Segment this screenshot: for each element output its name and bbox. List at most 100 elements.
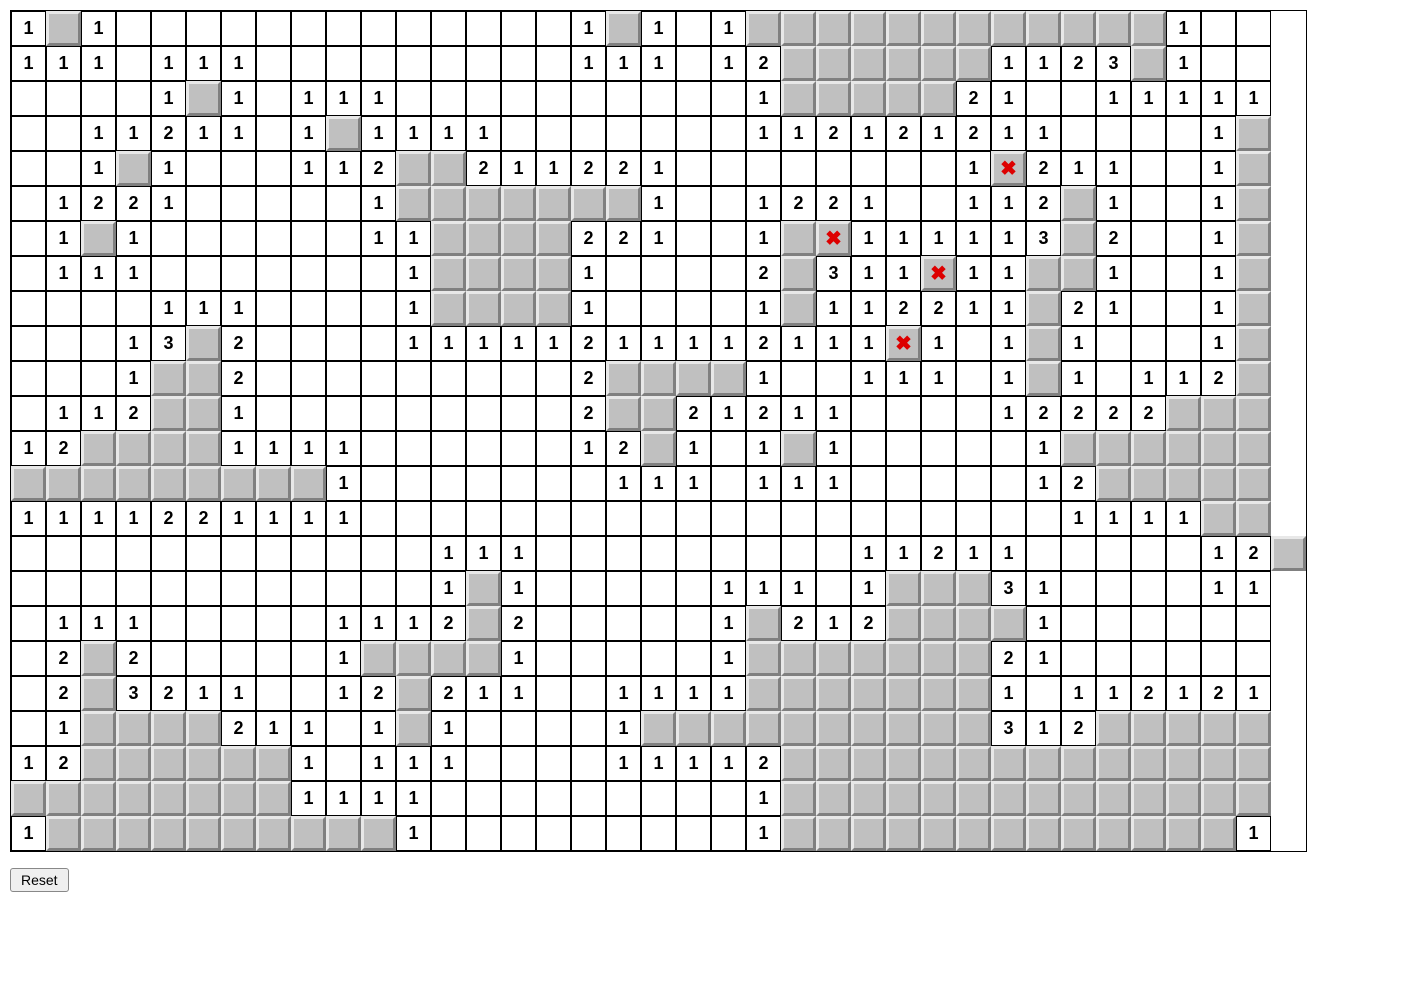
covered-cell[interactable] — [1061, 746, 1096, 781]
covered-cell[interactable] — [956, 606, 991, 641]
covered-cell[interactable] — [606, 11, 641, 46]
covered-cell[interactable] — [1166, 711, 1201, 746]
covered-cell[interactable] — [1096, 816, 1131, 851]
covered-cell[interactable] — [956, 711, 991, 746]
covered-cell[interactable] — [921, 711, 956, 746]
covered-cell[interactable] — [46, 816, 81, 851]
covered-cell[interactable] — [536, 256, 571, 291]
covered-cell[interactable] — [641, 711, 676, 746]
covered-cell[interactable] — [956, 571, 991, 606]
covered-cell[interactable] — [606, 186, 641, 221]
covered-cell[interactable] — [1236, 116, 1271, 151]
covered-cell[interactable] — [431, 186, 466, 221]
covered-cell[interactable] — [781, 256, 816, 291]
covered-cell[interactable] — [851, 781, 886, 816]
covered-cell[interactable] — [1166, 746, 1201, 781]
covered-cell[interactable] — [921, 641, 956, 676]
covered-cell[interactable] — [816, 746, 851, 781]
covered-cell[interactable] — [1131, 431, 1166, 466]
covered-cell[interactable] — [81, 816, 116, 851]
covered-cell[interactable] — [1131, 46, 1166, 81]
covered-cell[interactable] — [1201, 466, 1236, 501]
covered-cell[interactable] — [431, 221, 466, 256]
covered-cell[interactable] — [781, 46, 816, 81]
covered-cell[interactable] — [781, 221, 816, 256]
covered-cell[interactable] — [536, 291, 571, 326]
covered-cell[interactable] — [886, 11, 921, 46]
covered-cell[interactable] — [816, 816, 851, 851]
covered-cell[interactable] — [1166, 816, 1201, 851]
covered-cell[interactable] — [116, 466, 151, 501]
covered-cell[interactable] — [1201, 781, 1236, 816]
covered-cell[interactable] — [746, 641, 781, 676]
covered-cell[interactable] — [781, 291, 816, 326]
covered-cell[interactable] — [81, 641, 116, 676]
covered-cell[interactable] — [81, 781, 116, 816]
covered-cell[interactable] — [1236, 221, 1271, 256]
covered-cell[interactable] — [466, 571, 501, 606]
covered-cell[interactable] — [956, 641, 991, 676]
covered-cell[interactable] — [466, 641, 501, 676]
covered-cell[interactable] — [781, 711, 816, 746]
covered-cell[interactable] — [781, 81, 816, 116]
covered-cell[interactable] — [921, 571, 956, 606]
covered-cell[interactable] — [186, 816, 221, 851]
covered-cell[interactable] — [886, 781, 921, 816]
covered-cell[interactable] — [851, 816, 886, 851]
covered-cell[interactable] — [851, 11, 886, 46]
covered-cell[interactable] — [1096, 466, 1131, 501]
covered-cell[interactable] — [1201, 711, 1236, 746]
covered-cell[interactable] — [1026, 291, 1061, 326]
covered-cell[interactable] — [956, 746, 991, 781]
covered-cell[interactable] — [956, 781, 991, 816]
covered-cell[interactable] — [221, 746, 256, 781]
covered-cell[interactable] — [1236, 396, 1271, 431]
covered-cell[interactable] — [816, 676, 851, 711]
covered-cell[interactable] — [1236, 711, 1271, 746]
covered-cell[interactable] — [956, 46, 991, 81]
covered-cell[interactable] — [1061, 256, 1096, 291]
covered-cell[interactable] — [1236, 431, 1271, 466]
covered-cell[interactable] — [431, 151, 466, 186]
covered-cell[interactable] — [186, 361, 221, 396]
covered-cell[interactable] — [396, 676, 431, 711]
covered-cell[interactable] — [81, 746, 116, 781]
covered-cell[interactable] — [781, 431, 816, 466]
covered-cell[interactable] — [676, 361, 711, 396]
covered-cell[interactable] — [1131, 746, 1166, 781]
covered-cell[interactable] — [921, 676, 956, 711]
covered-cell[interactable] — [851, 81, 886, 116]
covered-cell[interactable] — [396, 151, 431, 186]
covered-cell[interactable] — [991, 781, 1026, 816]
covered-cell[interactable] — [711, 711, 746, 746]
covered-cell[interactable] — [256, 816, 291, 851]
covered-cell[interactable] — [186, 711, 221, 746]
covered-cell[interactable] — [151, 361, 186, 396]
covered-cell[interactable] — [781, 676, 816, 711]
covered-cell[interactable] — [1026, 256, 1061, 291]
covered-cell[interactable] — [851, 746, 886, 781]
covered-cell[interactable] — [1061, 221, 1096, 256]
mine-cell[interactable]: ✖ — [816, 221, 851, 256]
covered-cell[interactable] — [991, 746, 1026, 781]
covered-cell[interactable] — [1236, 361, 1271, 396]
covered-cell[interactable] — [291, 466, 326, 501]
covered-cell[interactable] — [711, 361, 746, 396]
covered-cell[interactable] — [851, 641, 886, 676]
covered-cell[interactable] — [396, 186, 431, 221]
covered-cell[interactable] — [1131, 711, 1166, 746]
covered-cell[interactable] — [1236, 291, 1271, 326]
covered-cell[interactable] — [186, 81, 221, 116]
covered-cell[interactable] — [921, 781, 956, 816]
covered-cell[interactable] — [1236, 326, 1271, 361]
covered-cell[interactable] — [886, 816, 921, 851]
covered-cell[interactable] — [116, 746, 151, 781]
covered-cell[interactable] — [851, 711, 886, 746]
covered-cell[interactable] — [1096, 711, 1131, 746]
covered-cell[interactable] — [11, 781, 46, 816]
covered-cell[interactable] — [256, 746, 291, 781]
covered-cell[interactable] — [921, 816, 956, 851]
covered-cell[interactable] — [1201, 396, 1236, 431]
covered-cell[interactable] — [151, 781, 186, 816]
covered-cell[interactable] — [396, 641, 431, 676]
